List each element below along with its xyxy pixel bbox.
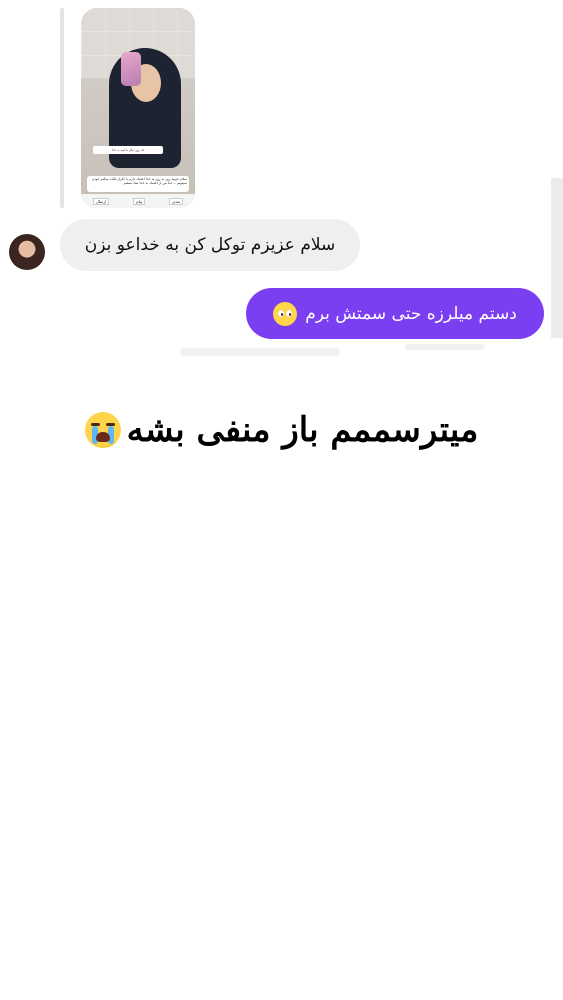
story-button[interactable]: پیام xyxy=(133,197,146,205)
outgoing-message-text: دستم میلرزه حتی سمتش برم xyxy=(305,303,517,324)
scroll-edge xyxy=(551,178,563,338)
phone-icon xyxy=(121,52,141,86)
reply-indicator xyxy=(60,8,64,208)
story-note: یک روز دیگر با امید به خدا xyxy=(93,146,163,154)
incoming-message-text: سلام عزیزم توکل کن به خداعو بزن xyxy=(84,235,336,255)
story-caption: سلام خوبید روز به روز به خدا اعتماد دارم… xyxy=(87,176,189,192)
incoming-message-bubble[interactable]: سلام عزیزم توکل کن به خداعو بزن xyxy=(60,219,360,271)
crying-face-icon xyxy=(84,412,121,448)
overlay-caption: میترسممم باز منفی بشه xyxy=(0,400,563,460)
story-buttons: ارسال پیام بعدی xyxy=(81,194,195,208)
pleading-face-icon xyxy=(273,301,298,326)
caption-text: میترسممم باز منفی بشه xyxy=(126,410,479,450)
story-button[interactable]: ارسال xyxy=(92,197,110,205)
divider xyxy=(405,344,485,350)
avatar[interactable] xyxy=(9,234,45,270)
outgoing-message-bubble[interactable]: دستم میلرزه حتی سمتش برم xyxy=(246,288,544,339)
story-reply-thumbnail[interactable]: یک روز دیگر با امید به خدا سلام خوبید رو… xyxy=(81,8,195,208)
chat-thread: یک روز دیگر با امید به خدا سلام خوبید رو… xyxy=(0,0,563,360)
story-button[interactable]: بعدی xyxy=(168,197,184,205)
divider xyxy=(180,348,340,356)
